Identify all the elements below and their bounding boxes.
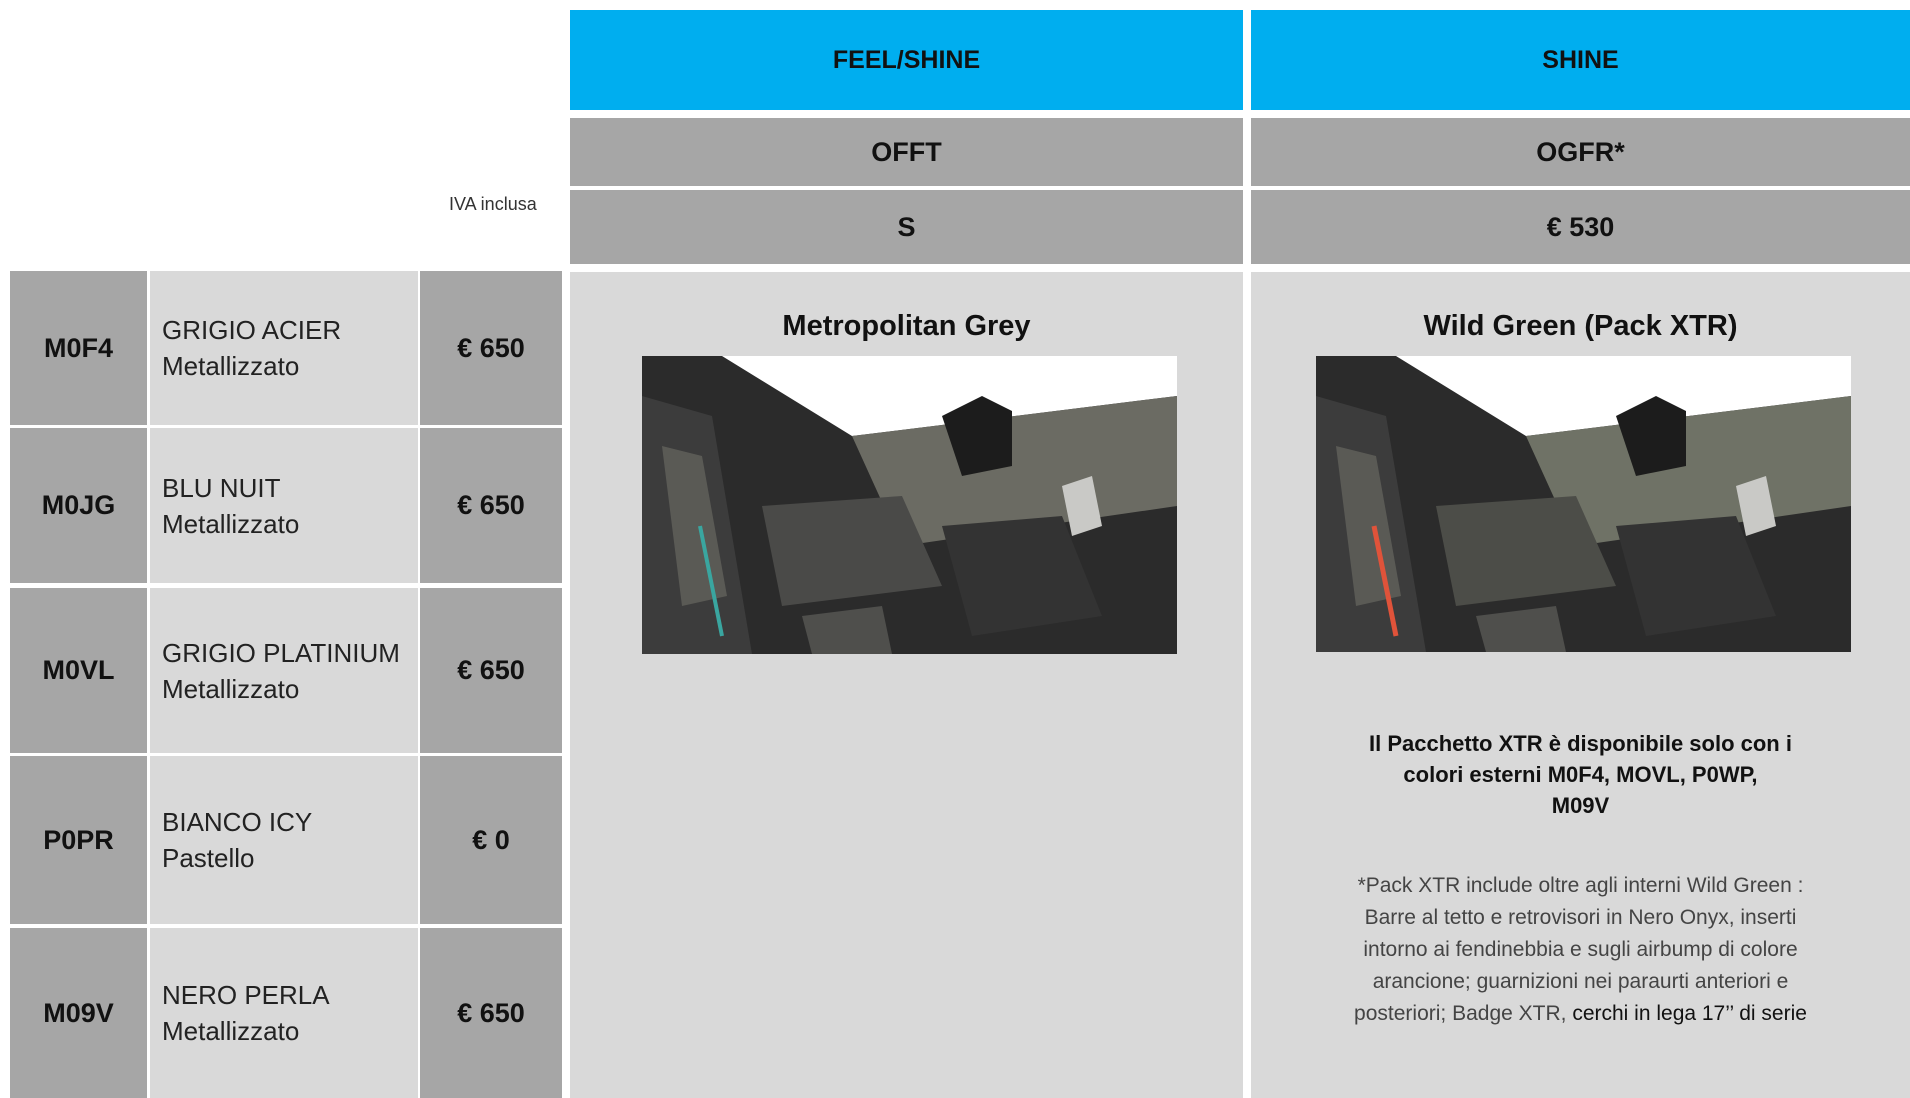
color-name-cell: BIANCO ICY Pastello <box>150 756 418 924</box>
color-code: P0PR <box>10 756 147 924</box>
trim-header-feel-shine: FEEL/SHINE <box>570 10 1243 110</box>
note-line: *Pack XTR include oltre agli interni Wil… <box>1357 874 1804 897</box>
note-text: posteriori; Badge XTR, <box>1354 1002 1573 1025</box>
color-name: NERO PERLA <box>162 980 330 1010</box>
color-name-cell: NERO PERLA Metallizzato <box>150 928 418 1098</box>
color-name: BIANCO ICY <box>162 807 313 837</box>
color-price: € 650 <box>420 928 562 1098</box>
interior-price-cell: € 530 <box>1251 190 1910 264</box>
note-line: arancione; guarnizioni nei paraurti ante… <box>1372 970 1789 993</box>
color-code: M09V <box>10 928 147 1098</box>
vat-note: IVA inclusa <box>449 194 537 214</box>
interior-photo <box>1316 356 1851 652</box>
interior-code-label: OFFT <box>871 136 942 167</box>
color-code: M0F4 <box>10 271 147 425</box>
interior-title: Wild Green (Pack XTR) <box>1423 310 1738 342</box>
interior-photo <box>642 356 1177 654</box>
note-text-emphasis: cerchi in lega 17’’ di serie <box>1572 1002 1807 1025</box>
interior-panel-metropolitan-grey: Metropolitan Grey <box>570 272 1243 1098</box>
note-line: Barre al tetto e retrovisori in Nero Ony… <box>1364 906 1797 929</box>
color-price: € 0 <box>420 756 562 924</box>
interior-price-cell: S <box>570 190 1243 264</box>
color-code: M0JG <box>10 428 147 583</box>
trim-header-shine: SHINE <box>1251 10 1910 110</box>
exterior-color-table: M0F4 GRIGIO ACIER Metallizzato € 650 M0J… <box>10 271 562 1098</box>
color-finish: Metallizzato <box>162 351 300 381</box>
interior-code-cell: OGFR* <box>1251 118 1910 186</box>
interior-code-cell: OFFT <box>570 118 1243 186</box>
color-code: M0VL <box>10 588 147 753</box>
color-name: BLU NUIT <box>162 472 281 503</box>
xtr-pack-description: *Pack XTR include oltre agli interni Wil… <box>1251 870 1910 1030</box>
color-price: € 650 <box>420 588 562 753</box>
note-line: M09V <box>1551 793 1610 818</box>
note-line: Il Pacchetto XTR è disponibile solo con … <box>1369 731 1792 756</box>
color-name-cell: GRIGIO ACIER Metallizzato <box>150 271 418 425</box>
interior-price-label: S <box>897 211 916 242</box>
color-name-cell: BLU NUIT Metallizzato <box>150 428 418 583</box>
color-finish: Pastello <box>162 843 255 873</box>
color-price: € 650 <box>420 271 562 425</box>
interior-panel-wild-green: Wild Green (Pack XTR) Il Pacchetto XTR è… <box>1251 272 1910 1098</box>
color-price: € 650 <box>420 428 562 583</box>
trim-header-label: FEEL/SHINE <box>832 45 981 74</box>
interior-title: Metropolitan Grey <box>782 310 1031 342</box>
color-finish: Metallizzato <box>162 1016 300 1046</box>
color-finish: Metallizzato <box>162 673 300 704</box>
color-finish: Metallizzato <box>162 508 300 539</box>
color-name-cell: GRIGIO PLATINIUM Metallizzato <box>150 588 418 753</box>
xtr-availability-note: Il Pacchetto XTR è disponibile solo con … <box>1251 728 1910 821</box>
interior-code-label: OGFR* <box>1536 136 1625 167</box>
color-name: GRIGIO ACIER <box>162 315 342 345</box>
trim-header-label: SHINE <box>1542 45 1619 74</box>
note-line: colori esterni M0F4, MOVL, P0WP, <box>1403 762 1758 787</box>
color-name: GRIGIO PLATINIUM <box>162 637 400 668</box>
note-line: posteriori; Badge XTR, cerchi in lega 17… <box>1251 998 1910 1030</box>
interior-price-label: € 530 <box>1546 211 1615 242</box>
note-line: intorno ai fendinebbia e sugli airbump d… <box>1363 938 1798 961</box>
